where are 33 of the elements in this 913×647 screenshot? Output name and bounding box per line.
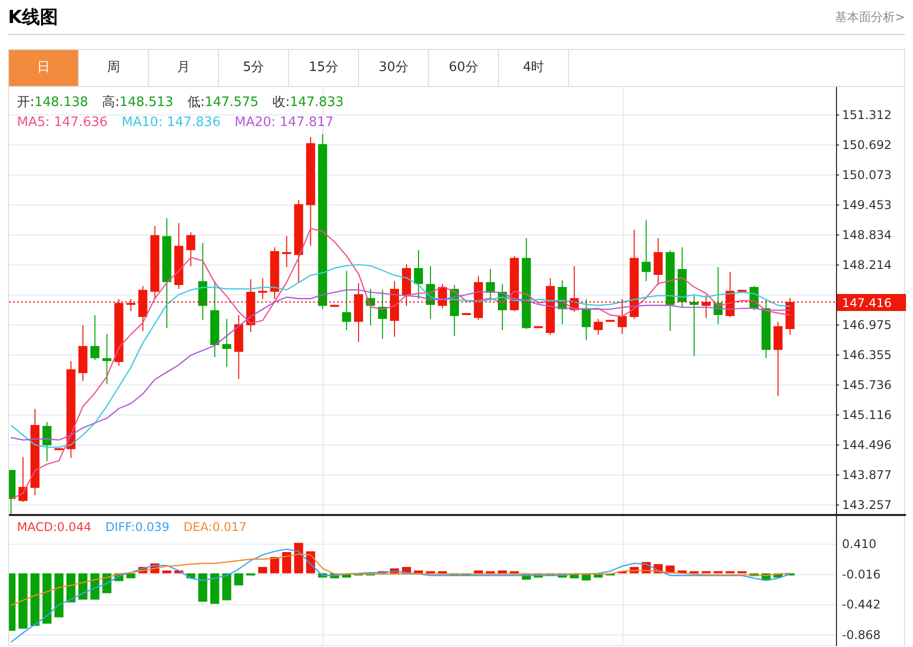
macd-legend: DEA:0.017 (183, 518, 247, 536)
macd-axis-label: 0.410 (842, 537, 876, 552)
price-axis-label: 145.736 (842, 378, 892, 392)
price-axis-label: 149.453 (842, 198, 892, 212)
price-axis-label: 144.496 (842, 438, 892, 452)
moving-average-legend: MA10: 147.836 (122, 113, 221, 132)
price-axis-label: 146.355 (842, 348, 892, 362)
price-axis-label: 143.877 (842, 468, 892, 482)
quote-value: 147.833 (290, 94, 344, 112)
price-axis-label: 148.834 (842, 228, 892, 242)
quote-value: 148.138 (34, 94, 88, 112)
price-axis-label: 150.692 (842, 138, 892, 152)
price-axis-label: 146.975 (842, 318, 892, 332)
macd-legend: MACD:0.044 (17, 518, 92, 536)
price-axis-label: 148.214 (842, 258, 892, 272)
page-title: K线图 (8, 6, 58, 30)
moving-average-legend: MA5: 147.636 (17, 113, 108, 132)
quote-label: 收: (272, 94, 290, 112)
macd-axis-label: -0.442 (842, 598, 881, 612)
price-axis-label: 151.312 (842, 108, 892, 122)
current-price-tag: 147.416 (837, 294, 906, 311)
macd-legend: DIFF:0.039 (105, 518, 170, 536)
quote-value: 148.513 (120, 94, 174, 112)
quote-value: 147.575 (204, 94, 258, 112)
macd-axis-label: -0.016 (842, 567, 881, 582)
price-axis-label: 143.257 (842, 498, 892, 512)
moving-average-legend: MA20: 147.817 (234, 113, 334, 132)
quote-label: 低: (187, 94, 205, 112)
quote-label: 高: (102, 94, 120, 112)
price-axis-label: 150.073 (842, 168, 892, 182)
price-axis-label: 145.116 (842, 408, 892, 422)
quote-label: 开: (17, 94, 34, 112)
macd-axis-label: -0.868 (842, 628, 881, 642)
